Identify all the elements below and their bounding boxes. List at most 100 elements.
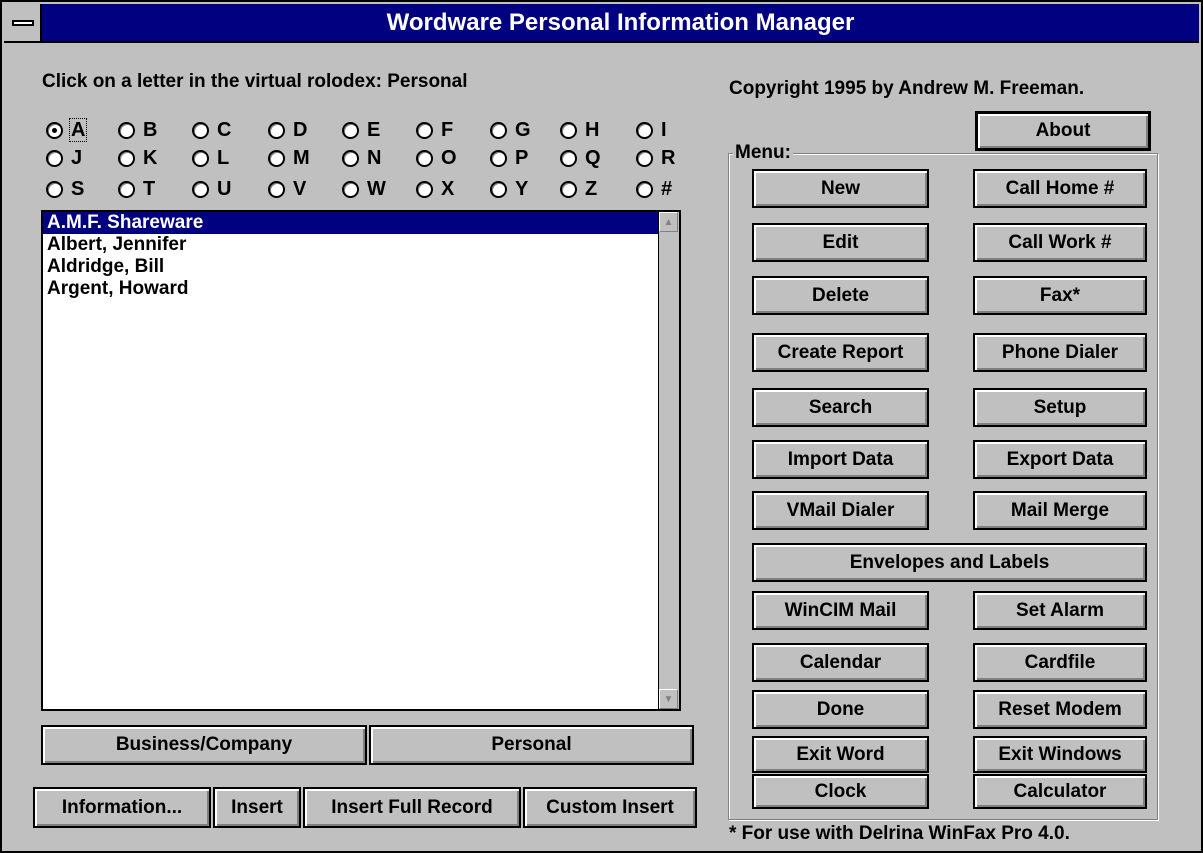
rolodex-radio-d[interactable]: D [268, 117, 308, 143]
rolodex-radio-u[interactable]: U [192, 176, 232, 202]
rolodex-letter-label: I [661, 119, 667, 141]
list-item[interactable]: A.M.F. Shareware [43, 212, 659, 234]
wincim-mail-button[interactable]: WinCIM Mail [752, 591, 929, 630]
contact-list-items: A.M.F. Shareware Albert, Jennifer Aldridge… [43, 212, 659, 300]
rolodex-radio-number[interactable]: # [636, 176, 673, 202]
mail-merge-button[interactable]: Mail Merge [973, 491, 1147, 530]
calendar-button[interactable]: Calendar [752, 643, 929, 682]
rolodex-radio-b[interactable]: B [118, 117, 158, 143]
radio-circle-icon [192, 121, 209, 139]
rolodex-radio-q[interactable]: Q [560, 145, 602, 171]
rolodex-radio-h[interactable]: H [560, 117, 600, 143]
rolodex-letter-label: R [661, 147, 676, 169]
rolodex-radio-w[interactable]: W [342, 176, 387, 202]
rolodex-letter-label: F [441, 119, 454, 141]
call-home-button[interactable]: Call Home # [973, 169, 1147, 208]
radio-circle-icon [118, 121, 135, 139]
rolodex-radio-y[interactable]: Y [490, 176, 529, 202]
rolodex-radio-j[interactable]: J [46, 145, 83, 171]
rolodex-radio-n[interactable]: N [342, 145, 382, 171]
setup-button[interactable]: Setup [973, 388, 1147, 427]
rolodex-radio-s[interactable]: S [46, 176, 85, 202]
radio-circle-icon [560, 149, 577, 167]
radio-circle-icon [268, 121, 285, 139]
information-button[interactable]: Information... [33, 787, 211, 828]
rolodex-radio-r[interactable]: R [636, 145, 676, 171]
envelopes-labels-button[interactable]: Envelopes and Labels [752, 543, 1147, 582]
rolodex-radio-p[interactable]: P [490, 145, 529, 171]
vertical-scrollbar[interactable]: ▲ ▼ [658, 212, 679, 709]
exit-word-button[interactable]: Exit Word [752, 736, 929, 773]
system-menu-button[interactable] [4, 4, 42, 41]
clock-button[interactable]: Clock [752, 774, 929, 809]
rolodex-radio-x[interactable]: X [416, 176, 455, 202]
rolodex-radio-v[interactable]: V [268, 176, 307, 202]
rolodex-radio-k[interactable]: K [118, 145, 158, 171]
radio-circle-icon [342, 121, 359, 139]
radio-circle-icon [268, 149, 285, 167]
phone-dialer-button[interactable]: Phone Dialer [973, 333, 1147, 372]
radio-circle-icon [46, 149, 63, 167]
new-button[interactable]: New [752, 169, 929, 208]
rolodex-letter-label: A [68, 118, 88, 142]
rolodex-radio-m[interactable]: M [268, 145, 311, 171]
reset-modem-button[interactable]: Reset Modem [973, 690, 1147, 729]
rolodex-radio-e[interactable]: E [342, 117, 381, 143]
cardfile-button[interactable]: Cardfile [973, 643, 1147, 682]
radio-circle-icon [416, 180, 433, 198]
list-item[interactable]: Aldridge, Bill [43, 256, 659, 278]
delete-button[interactable]: Delete [752, 276, 929, 315]
search-button[interactable]: Search [752, 388, 929, 427]
insert-button[interactable]: Insert [213, 787, 301, 828]
rolodex-radio-f[interactable]: F [416, 117, 454, 143]
rolodex-radio-c[interactable]: C [192, 117, 232, 143]
import-data-button[interactable]: Import Data [752, 440, 929, 479]
scroll-up-arrow-icon[interactable]: ▲ [659, 212, 678, 232]
rolodex-letter-label: D [293, 119, 308, 141]
vmail-dialer-button[interactable]: VMail Dialer [752, 491, 929, 530]
custom-insert-button[interactable]: Custom Insert [523, 787, 697, 828]
list-item[interactable]: Argent, Howard [43, 278, 659, 300]
personal-button[interactable]: Personal [369, 725, 694, 765]
rolodex-radio-i[interactable]: I [636, 117, 668, 143]
insert-full-record-button[interactable]: Insert Full Record [303, 787, 521, 828]
radio-circle-icon [490, 121, 507, 139]
fax-button[interactable]: Fax* [973, 276, 1147, 315]
done-button[interactable]: Done [752, 690, 929, 729]
radio-circle-icon [342, 180, 359, 198]
rolodex-letter-label: W [367, 178, 386, 200]
exit-windows-button[interactable]: Exit Windows [973, 736, 1147, 773]
rolodex-radio-g[interactable]: G [490, 117, 532, 143]
title-bar[interactable]: Wordware Personal Information Manager [4, 4, 1199, 43]
business-company-button[interactable]: Business/Company [41, 725, 367, 765]
rolodex-radio-l[interactable]: L [192, 145, 230, 171]
rolodex-radio-z[interactable]: Z [560, 176, 598, 202]
contact-list[interactable]: A.M.F. Shareware Albert, Jennifer Aldridge… [41, 210, 681, 711]
rolodex-letter-label: B [143, 119, 158, 141]
copyright-text: Copyright 1995 by Andrew M. Freeman. [729, 78, 1085, 99]
radio-circle-icon [636, 180, 653, 198]
radio-circle-icon [46, 180, 63, 198]
rolodex-letter-label: X [441, 178, 455, 200]
rolodex-letter-label: V [293, 178, 307, 200]
radio-circle-icon [46, 121, 63, 139]
rolodex-radio-t[interactable]: T [118, 176, 156, 202]
edit-button[interactable]: Edit [752, 223, 929, 262]
calculator-button[interactable]: Calculator [973, 774, 1147, 809]
rolodex-letter-label: Y [515, 178, 529, 200]
call-work-button[interactable]: Call Work # [973, 223, 1147, 262]
window-title: Wordware Personal Information Manager [386, 9, 855, 36]
radio-circle-icon [118, 180, 135, 198]
scroll-down-arrow-icon[interactable]: ▼ [659, 689, 678, 709]
rolodex-letter-label: N [367, 147, 382, 169]
rolodex-letter-label: H [585, 119, 600, 141]
about-button[interactable]: About [976, 112, 1150, 150]
list-item[interactable]: Albert, Jennifer [43, 234, 659, 256]
export-data-button[interactable]: Export Data [973, 440, 1147, 479]
rolodex-letter-label: U [217, 178, 232, 200]
rolodex-radio-o[interactable]: O [416, 145, 458, 171]
rolodex-letter-label: Q [585, 147, 601, 169]
create-report-button[interactable]: Create Report [752, 333, 929, 372]
set-alarm-button[interactable]: Set Alarm [973, 591, 1147, 630]
rolodex-radio-a[interactable]: A [46, 117, 88, 143]
